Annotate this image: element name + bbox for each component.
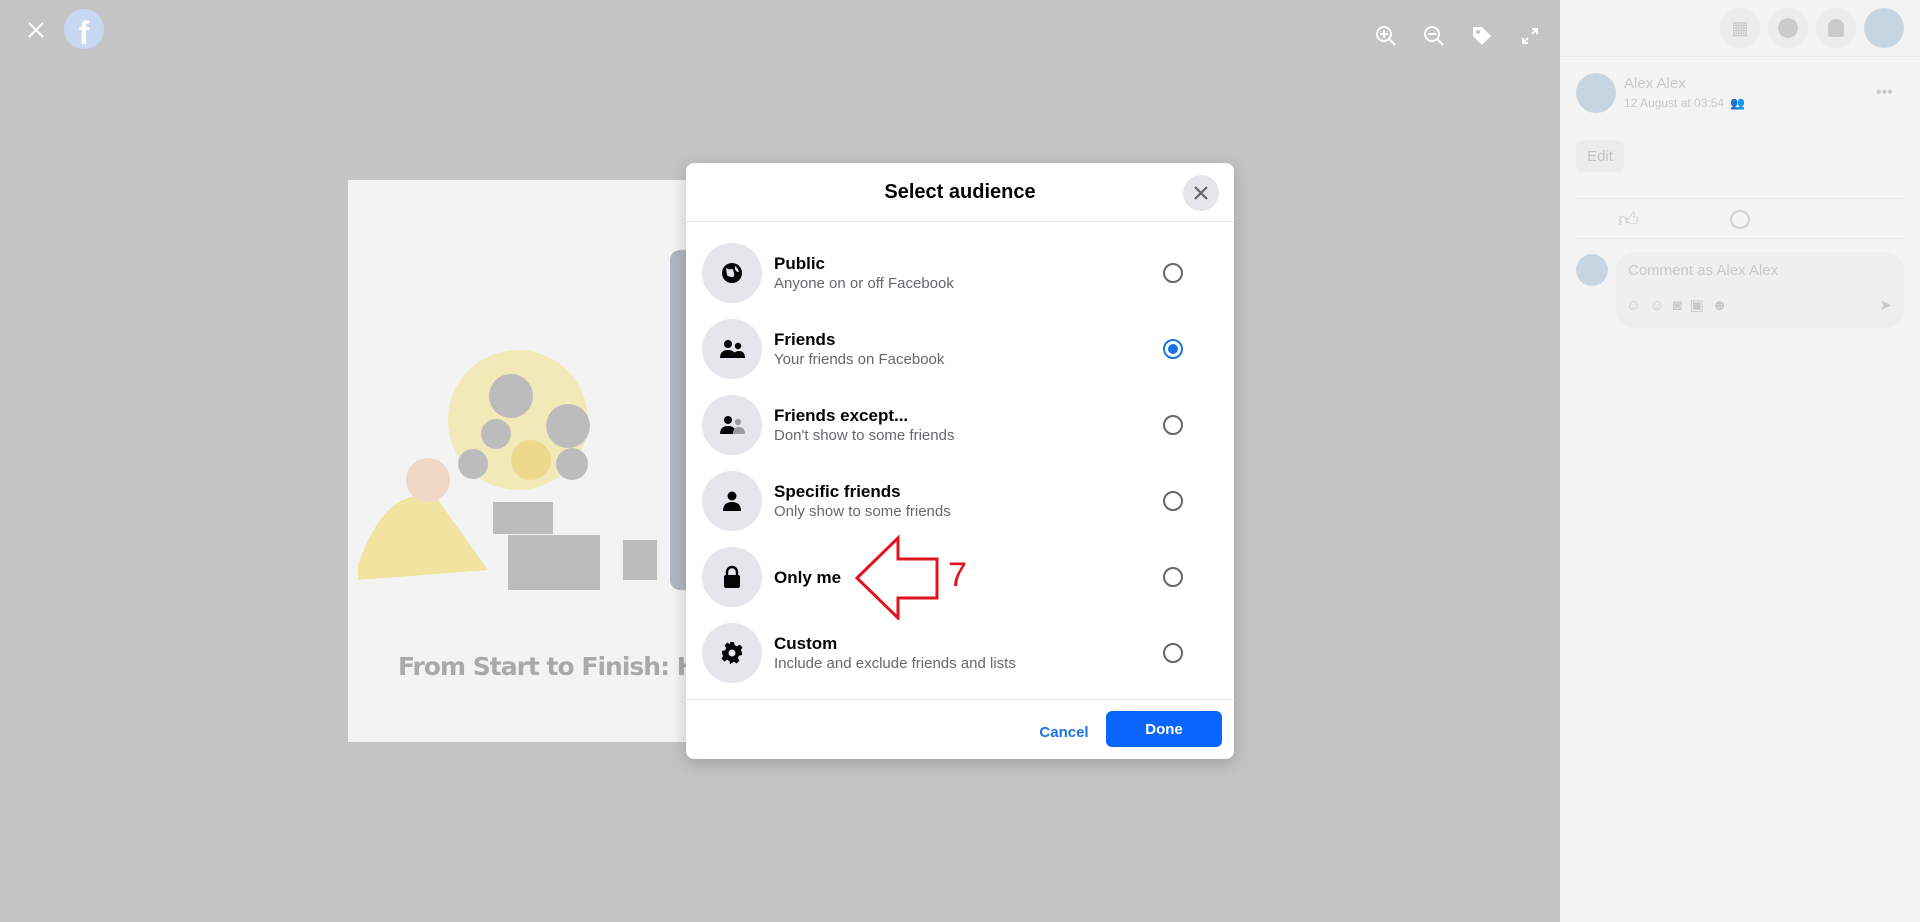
audience-option-friends-except[interactable]: Friends except... Don't show to some frie… bbox=[686, 387, 1234, 463]
radio-custom[interactable] bbox=[1163, 643, 1183, 663]
fullscreen-button[interactable] bbox=[1516, 22, 1544, 50]
audience-option-specific-friends[interactable]: Specific friends Only show to some friend… bbox=[686, 463, 1234, 539]
messenger-icon bbox=[1778, 18, 1798, 38]
facebook-f-icon: f bbox=[78, 14, 90, 51]
facebook-logo[interactable]: f bbox=[64, 9, 104, 51]
send-icon[interactable]: ➤ bbox=[1879, 296, 1892, 314]
post-meta: 12 August at 03:54 👥 bbox=[1624, 96, 1745, 110]
option-description: Include and exclude friends and lists bbox=[774, 654, 1016, 672]
radio-specific-friends[interactable] bbox=[1163, 491, 1183, 511]
zoom-in-button[interactable] bbox=[1372, 22, 1400, 50]
close-icon bbox=[1194, 186, 1208, 200]
grid-icon: ▦ bbox=[1731, 17, 1749, 38]
dialog-title: Select audience bbox=[884, 180, 1036, 203]
option-description: Anyone on or off Facebook bbox=[774, 274, 954, 292]
close-viewer-button[interactable] bbox=[22, 16, 50, 44]
profile-avatar[interactable] bbox=[1864, 8, 1904, 48]
option-description: Don't show to some friends bbox=[774, 426, 955, 444]
close-icon bbox=[28, 22, 44, 38]
image-caption: From Start to Finish: How bbox=[398, 652, 736, 681]
annotation-step-number: 7 bbox=[948, 556, 967, 594]
menu-button[interactable]: ▦ bbox=[1720, 8, 1760, 48]
option-label: Friends bbox=[774, 329, 836, 349]
annotation-arrow-icon bbox=[854, 534, 939, 620]
tag-icon bbox=[1473, 27, 1491, 45]
option-label: Friends except... bbox=[774, 405, 909, 425]
author-name[interactable]: Alex Alex bbox=[1624, 75, 1686, 92]
option-label: Specific friends bbox=[774, 481, 901, 501]
like-icon[interactable]: 👍︎ bbox=[1618, 208, 1639, 232]
friends-icon bbox=[720, 340, 745, 358]
emoji-icon[interactable]: ☺ bbox=[1649, 297, 1672, 314]
sticker-icon[interactable]: ☻ bbox=[1712, 297, 1736, 314]
messenger-button[interactable] bbox=[1768, 8, 1808, 48]
commenter-avatar[interactable] bbox=[1576, 254, 1608, 286]
audience-option-custom[interactable]: Custom Include and exclude friends and li… bbox=[686, 615, 1234, 691]
zoom-out-button[interactable] bbox=[1420, 22, 1448, 50]
globe-icon bbox=[722, 263, 742, 283]
comment-input[interactable]: Comment as Alex Alex bbox=[1628, 262, 1778, 279]
post-side-panel: ▦ Alex Alex 12 August at 03:54 👥 ••• Edit… bbox=[1560, 0, 1920, 922]
option-label: Only me bbox=[774, 567, 842, 587]
friends-audience-icon[interactable]: 👥 bbox=[1730, 96, 1745, 110]
more-options-icon[interactable]: ••• bbox=[1876, 84, 1893, 102]
zoom-out-icon bbox=[1424, 26, 1444, 46]
gif-icon[interactable]: ▣ bbox=[1690, 297, 1712, 314]
gear-icon bbox=[721, 642, 743, 664]
radio-only-me[interactable] bbox=[1163, 567, 1183, 587]
audience-option-public[interactable]: Public Anyone on or off Facebook bbox=[686, 235, 1234, 311]
notifications-button[interactable] bbox=[1816, 8, 1856, 48]
option-description: Only show to some friends bbox=[774, 502, 951, 520]
comment-box[interactable]: Comment as Alex Alex ☺☺◙▣☻ ➤ bbox=[1616, 252, 1904, 328]
option-label: Public bbox=[774, 253, 826, 273]
bell-icon bbox=[1828, 19, 1844, 37]
radio-public[interactable] bbox=[1163, 263, 1183, 283]
author-avatar[interactable] bbox=[1576, 73, 1616, 113]
done-button[interactable]: Done bbox=[1106, 711, 1222, 747]
expand-icon bbox=[1522, 28, 1538, 44]
zoom-in-icon bbox=[1376, 26, 1396, 46]
comment-icon[interactable] bbox=[1730, 210, 1750, 229]
lock-icon bbox=[724, 565, 740, 588]
comment-tools: ☺☺◙▣☻ bbox=[1626, 296, 1736, 314]
camera-icon[interactable]: ◙ bbox=[1673, 297, 1690, 314]
audience-option-friends[interactable]: Friends Your friends on Facebook bbox=[686, 311, 1234, 387]
radio-friends-selected[interactable] bbox=[1163, 339, 1183, 359]
person-icon bbox=[723, 491, 741, 511]
friends-except-icon bbox=[720, 416, 745, 434]
cancel-button[interactable]: Cancel bbox=[1024, 714, 1104, 750]
post-timestamp[interactable]: 12 August at 03:54 bbox=[1624, 96, 1724, 110]
tag-button[interactable] bbox=[1468, 22, 1496, 50]
option-description: Your friends on Facebook bbox=[774, 350, 945, 368]
close-dialog-button[interactable] bbox=[1183, 175, 1219, 211]
avatar-sticker-icon[interactable]: ☺ bbox=[1626, 297, 1649, 314]
radio-friends-except[interactable] bbox=[1163, 415, 1183, 435]
edit-button[interactable]: Edit bbox=[1576, 140, 1624, 172]
option-label: Custom bbox=[774, 633, 838, 653]
select-audience-dialog: Select audience Public Anyone on or off F… bbox=[686, 163, 1234, 759]
